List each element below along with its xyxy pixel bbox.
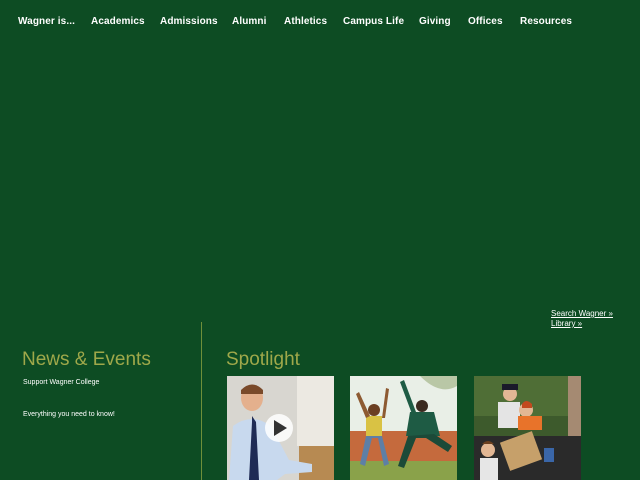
nav-item-alumni[interactable]: Alumni [232, 16, 267, 27]
nav-item-offices[interactable]: Offices [468, 16, 503, 27]
spotlight-photo-volunteers[interactable] [474, 376, 581, 480]
search-wagner-link[interactable]: Search Wagner » [551, 309, 621, 319]
news-events-heading: News & Events [22, 348, 151, 370]
spotlight-heading: Spotlight [226, 348, 300, 370]
nav-item-wagner-is[interactable]: Wagner is... [18, 16, 75, 27]
page: Wagner is... Academics Admissions Alumni… [0, 0, 640, 480]
search-library-link[interactable]: Search Wagner » Library » [551, 309, 621, 329]
nav-item-athletics[interactable]: Athletics [284, 16, 327, 27]
nav-item-resources[interactable]: Resources [520, 16, 572, 27]
library-link[interactable]: Library » [551, 319, 621, 329]
nav-item-academics[interactable]: Academics [91, 16, 145, 27]
nav-item-campus-life[interactable]: Campus Life [343, 16, 404, 27]
nav-item-giving[interactable]: Giving [419, 16, 451, 27]
nav-item-admissions[interactable]: Admissions [160, 16, 218, 27]
column-divider [201, 322, 202, 480]
news-link-support[interactable]: Support Wagner College [23, 379, 99, 386]
spotlight-video-thumbnail[interactable] [227, 376, 334, 480]
spotlight-photo-jumping-students[interactable] [350, 376, 457, 480]
top-navigation: Wagner is... Academics Admissions Alumni… [0, 0, 640, 44]
news-link-everything[interactable]: Everything you need to know! [23, 411, 115, 418]
